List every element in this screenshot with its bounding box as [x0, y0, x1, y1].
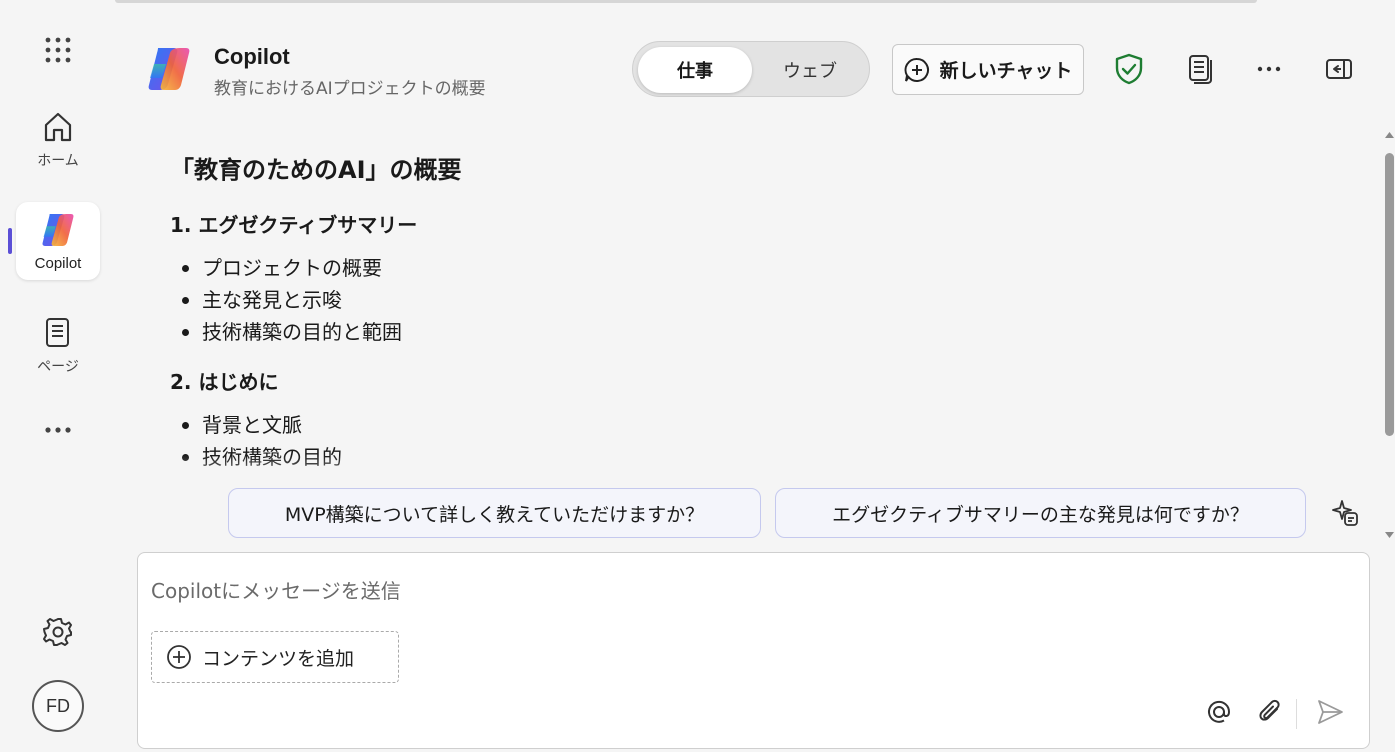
protection-shield-button[interactable] [1110, 50, 1148, 88]
attach-button[interactable] [1253, 695, 1287, 729]
message-composer: Copilotにメッセージを送信 コンテンツを追加 [137, 552, 1370, 749]
window-top-edge [115, 0, 1257, 3]
new-chat-icon [904, 57, 929, 82]
avatar[interactable]: FD [32, 680, 84, 732]
response-heading: 「教育のためのAI」の概要 [170, 156, 462, 184]
composer-divider [1296, 699, 1297, 729]
left-rail: ホーム Copilot ページ FD [0, 0, 116, 752]
gear-icon [43, 618, 72, 646]
more-horizontal-icon [1257, 66, 1281, 72]
mention-button[interactable] [1202, 695, 1236, 729]
suggestion-chip[interactable]: エグゼクティブサマリーの主な発見は何ですか？ [775, 488, 1306, 538]
section-title: 1. エグゼクティブサマリー [170, 213, 418, 237]
sidebar-more-button[interactable] [16, 414, 100, 446]
app-grid-icon [45, 37, 71, 63]
sparkle-prompt-icon [1332, 500, 1358, 526]
list-item: 技術構築の目的と範囲 [170, 316, 1350, 348]
toggle-option-web[interactable]: ウェブ [755, 47, 865, 93]
collapse-panel-button[interactable] [1320, 50, 1358, 88]
list-item: プロジェクトの概要 [170, 252, 1350, 284]
sidebar-item-copilot[interactable]: Copilot [16, 202, 100, 280]
copilot-logo-icon [42, 213, 74, 246]
section-title: 2. はじめに [170, 370, 279, 394]
more-options-button[interactable] [1250, 50, 1288, 88]
add-circle-icon [167, 645, 191, 669]
new-chat-label: 新しいチャット [939, 60, 1073, 82]
conversation-title: 教育におけるAIプロジェクトの概要 [214, 79, 486, 99]
panel-collapse-icon [1326, 59, 1352, 79]
pages-button[interactable] [1181, 50, 1219, 88]
scroll-up-arrow-icon [1385, 132, 1394, 138]
settings-button[interactable] [16, 612, 100, 652]
more-horizontal-icon [45, 427, 71, 433]
list-item: 背景と文脈 [170, 409, 1350, 441]
sidebar-item-label: Copilot [34, 254, 82, 272]
send-button[interactable] [1313, 695, 1347, 729]
new-chat-button[interactable]: 新しいチャット [892, 44, 1084, 95]
page-icon [46, 318, 69, 347]
bullet-list: プロジェクトの概要 主な発見と示唆 技術構築の目的と範囲 [170, 252, 1350, 348]
sidebar-item-pages[interactable]: ページ [16, 306, 100, 386]
app-title: Copilot [214, 44, 290, 69]
toggle-option-work[interactable]: 仕事 [638, 47, 752, 93]
scrollbar-thumb[interactable] [1385, 153, 1394, 436]
scroll-down-arrow-icon [1385, 532, 1394, 538]
sidebar-item-home[interactable]: ホーム [16, 100, 100, 180]
add-content-button[interactable]: コンテンツを追加 [151, 631, 399, 683]
home-icon [44, 112, 72, 142]
copilot-logo-icon [148, 48, 190, 90]
sidebar-item-label: ページ [37, 359, 79, 375]
list-item: 主な発見と示唆 [170, 284, 1350, 316]
sidebar-item-label: ホーム [37, 153, 79, 169]
active-indicator [8, 228, 12, 254]
page-icon [1189, 55, 1212, 84]
app-launcher-button[interactable] [16, 28, 100, 72]
suggestion-chip[interactable]: MVP構築について詳しく教えていただけますか？ [228, 488, 761, 538]
at-sign-icon [1208, 700, 1231, 723]
shield-check-icon [1115, 53, 1143, 85]
paperclip-icon [1259, 699, 1280, 721]
message-input[interactable]: Copilotにメッセージを送信 [151, 575, 401, 604]
chat-response: 「教育のためのAI」の概要 1. エグゼクティブサマリー プロジェクトの概要 主… [170, 150, 1350, 491]
add-content-label: コンテンツを追加 [202, 647, 355, 670]
send-icon [1318, 700, 1343, 724]
prompt-suggestions-button[interactable] [1326, 494, 1364, 532]
work-web-toggle: 仕事 ウェブ [632, 41, 870, 97]
